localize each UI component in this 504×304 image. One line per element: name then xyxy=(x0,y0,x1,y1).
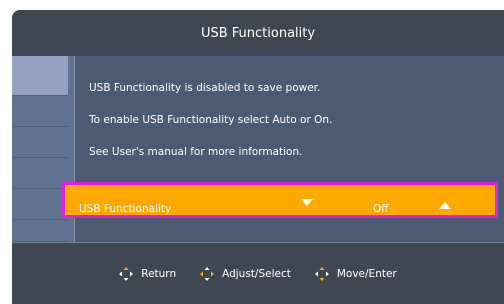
dpad-icon xyxy=(200,266,215,281)
sidebar xyxy=(12,56,68,242)
return-label: Return xyxy=(141,267,177,280)
sidebar-tab[interactable] xyxy=(12,158,68,189)
sidebar-tab[interactable] xyxy=(12,127,68,158)
dpad-icon xyxy=(314,266,329,281)
sidebar-tab[interactable] xyxy=(12,220,68,242)
usb-functionality-setting[interactable]: USB Functionality Off xyxy=(62,182,498,218)
arrow-down-icon[interactable] xyxy=(301,199,313,206)
info-message: USB Functionality is disabled to save po… xyxy=(89,82,321,94)
sidebar-tab-active[interactable] xyxy=(12,56,68,96)
sidebar-tab[interactable] xyxy=(12,96,68,127)
osd-window: USB Functionality USB Functionality is d… xyxy=(12,10,504,304)
setting-label: USB Functionality xyxy=(79,203,172,215)
return-hint[interactable]: Return xyxy=(119,266,177,281)
page-title: USB Functionality xyxy=(200,25,316,41)
footer-hints: Return Adjust/Select Move/Enter xyxy=(12,242,504,304)
info-message: To enable USB Functionality select Auto … xyxy=(89,114,333,126)
move-enter-hint[interactable]: Move/Enter xyxy=(314,266,397,281)
setting-value: Off xyxy=(373,203,389,215)
arrow-up-icon[interactable] xyxy=(439,202,451,209)
info-message: See User's manual for more information. xyxy=(89,146,303,158)
adjust-select-hint[interactable]: Adjust/Select xyxy=(200,266,291,281)
move-enter-label: Move/Enter xyxy=(336,267,397,280)
title-bar: USB Functionality xyxy=(12,10,504,56)
dpad-icon xyxy=(119,266,134,281)
sidebar-tab[interactable] xyxy=(12,189,68,220)
adjust-select-label: Adjust/Select xyxy=(222,267,291,280)
